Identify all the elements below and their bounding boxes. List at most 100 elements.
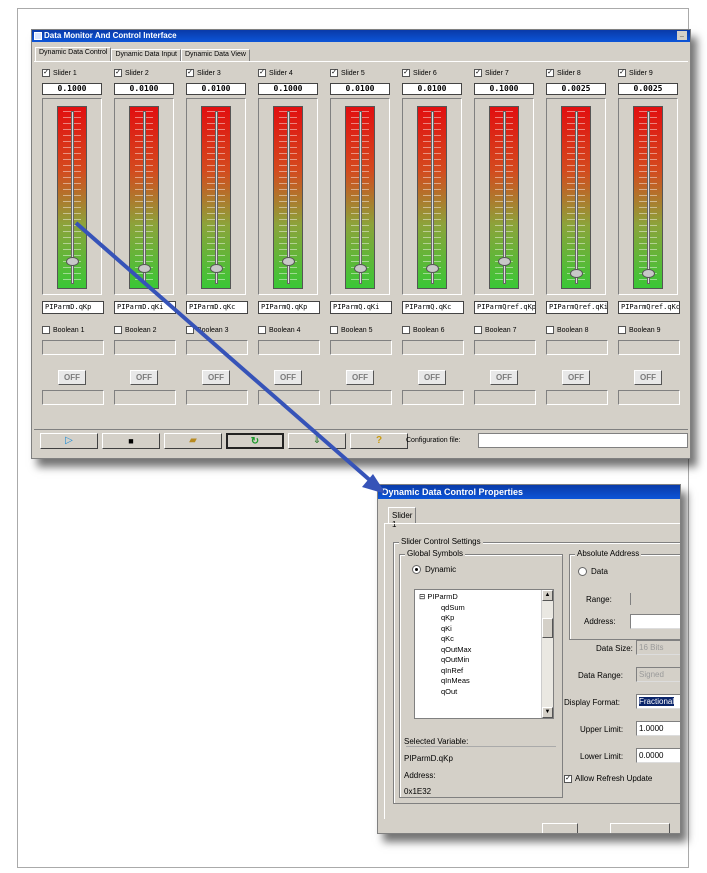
boolean-checkbox[interactable]: Boolean 6 [402,325,445,335]
dialog-titlebar[interactable]: Dynamic Data Control Properties [378,485,680,499]
data-radio[interactable]: Data [578,567,608,576]
slider-enable-checkbox[interactable]: ✓ Slider 4 [258,68,322,78]
config-file-input[interactable] [478,433,688,448]
slider-variable-field[interactable]: PIParmQ.qKc [402,301,464,314]
slider-gauge[interactable] [201,106,231,289]
slider-thumb[interactable] [354,263,367,273]
slider-gauge[interactable] [57,106,87,289]
off-button[interactable]: OFF [346,370,374,385]
open-button[interactable]: ▰ [164,433,222,449]
off-button[interactable]: OFF [202,370,230,385]
tab-slider-1[interactable]: Slider 1 [388,507,416,529]
dynamic-radio[interactable]: Dynamic [412,565,456,574]
slider-gauge[interactable] [633,106,663,289]
tree-leaf-item[interactable]: qdSum [419,603,553,614]
slider-gauge[interactable] [273,106,303,289]
minimize-button[interactable]: _ [677,31,687,40]
refresh-button[interactable]: ↻ [226,433,284,449]
download-button[interactable]: ⇓ [288,433,346,449]
off-button[interactable]: OFF [58,370,86,385]
scroll-up-icon[interactable]: ▲ [542,590,553,601]
slider-variable-field[interactable]: PIParmD.qKi [114,301,176,314]
slider-gauge[interactable] [561,106,591,289]
scroll-thumb[interactable] [542,618,553,638]
off-button[interactable]: OFF [490,370,518,385]
help-button[interactable]: ? [350,433,408,449]
slider-variable-field[interactable]: PIParmQ.qKi [330,301,392,314]
slider-variable-field[interactable]: PIParmD.qKc [186,301,248,314]
main-titlebar[interactable]: Data Monitor And Control Interface _ [32,30,690,42]
off-button[interactable]: OFF [274,370,302,385]
tab-dynamic-data-view[interactable]: Dynamic Data View [180,49,250,61]
slider-thumb[interactable] [426,263,439,273]
tree-leaf-item[interactable]: qKp [419,613,553,624]
slider-value-field[interactable]: 0.0100 [330,83,390,95]
boolean-checkbox[interactable]: Boolean 8 [546,325,589,335]
boolean-checkbox[interactable]: Boolean 1 [42,325,85,335]
slider-thumb[interactable] [210,263,223,273]
slider-value-field[interactable]: 0.0100 [402,83,462,95]
ok-button[interactable] [542,823,578,833]
slider-enable-checkbox[interactable]: ✓ Slider 7 [474,68,538,78]
slider-value-field[interactable]: 0.0025 [618,83,678,95]
slider-enable-checkbox[interactable]: ✓ Slider 1 [42,68,106,78]
slider-gauge[interactable] [129,106,159,289]
slider-thumb[interactable] [642,268,655,278]
tab-dynamic-data-input[interactable]: Dynamic Data Input [111,49,181,61]
boolean-checkbox[interactable]: Boolean 4 [258,325,301,335]
slider-enable-checkbox[interactable]: ✓ Slider 2 [114,68,178,78]
off-button[interactable]: OFF [562,370,590,385]
slider-value-field[interactable]: 0.1000 [42,83,102,95]
upper-limit-input[interactable]: 1.0000 [636,721,680,736]
tree-node-piparmd[interactable]: ⊟ PIParmD [419,592,553,603]
lower-limit-input[interactable]: 0.0000 [636,748,680,763]
display-format-select[interactable]: Fractional [636,694,680,709]
tree-leaf-item[interactable]: qOutMin [419,655,553,666]
slider-value-field[interactable]: 0.0025 [546,83,606,95]
boolean-checkbox[interactable]: Boolean 2 [114,325,157,335]
off-button[interactable]: OFF [130,370,158,385]
tree-leaf-item[interactable]: qInRef [419,666,553,677]
slider-variable-field[interactable]: PIParmQ.qKp [258,301,320,314]
off-button[interactable]: OFF [634,370,662,385]
slider-value-field[interactable]: 0.1000 [258,83,318,95]
off-button[interactable]: OFF [418,370,446,385]
tree-scrollbar[interactable]: ▲ ▼ [541,590,553,718]
slider-variable-field[interactable]: PIParmQref.qKp [474,301,536,314]
symbol-tree-list: ⊟ PIParmD qdSum qKp qKi qKc qOutMax qOutMin qIn… [415,590,553,697]
slider-gauge[interactable] [489,106,519,289]
boolean-checkbox[interactable]: Boolean 7 [474,325,517,335]
slider-value-field[interactable]: 0.1000 [474,83,534,95]
symbol-tree[interactable]: ⊟ PIParmD qdSum qKp qKi qKc qOutMax qOutMin qIn… [414,589,554,719]
boolean-status-field [546,340,608,355]
tab-dynamic-data-control[interactable]: Dynamic Data Control [35,47,112,61]
play-button[interactable]: ▷ [40,433,98,449]
slider-variable-field[interactable]: PIParmQref.qKc [618,301,680,314]
slider-variable-field[interactable]: PIParmD.qKp [42,301,104,314]
slider-variable-field[interactable]: PIParmQref.qKi [546,301,608,314]
tree-leaf-item[interactable]: qInMeas [419,676,553,687]
slider-value-field[interactable]: 0.0100 [114,83,174,95]
save-button[interactable]: ■ [102,433,160,449]
slider-gauge[interactable] [417,106,447,289]
slider-enable-checkbox[interactable]: ✓ Slider 9 [618,68,682,78]
slider-gauge[interactable] [345,106,375,289]
scroll-down-icon[interactable]: ▼ [542,707,553,718]
slider-enable-checkbox[interactable]: ✓ Slider 5 [330,68,394,78]
slider-value-field[interactable]: 0.0100 [186,83,246,95]
tree-leaf-item[interactable]: qOut [419,687,553,698]
slider-thumb[interactable] [138,263,151,273]
boolean-checkbox[interactable]: Boolean 9 [618,325,661,335]
abs-address-input[interactable] [630,614,680,629]
slider-enable-checkbox[interactable]: ✓ Slider 6 [402,68,466,78]
slider-thumb[interactable] [570,268,583,278]
allow-refresh-checkbox[interactable]: ✓ Allow Refresh Update [564,774,652,783]
tree-leaf-item[interactable]: qKi [419,624,553,635]
slider-enable-checkbox[interactable]: ✓ Slider 3 [186,68,250,78]
tree-leaf-item[interactable]: qKc [419,634,553,645]
boolean-checkbox[interactable]: Boolean 3 [186,325,229,335]
tree-leaf-item[interactable]: qOutMax [419,645,553,656]
boolean-checkbox[interactable]: Boolean 5 [330,325,373,335]
slider-enable-checkbox[interactable]: ✓ Slider 8 [546,68,610,78]
cancel-button[interactable] [610,823,670,833]
